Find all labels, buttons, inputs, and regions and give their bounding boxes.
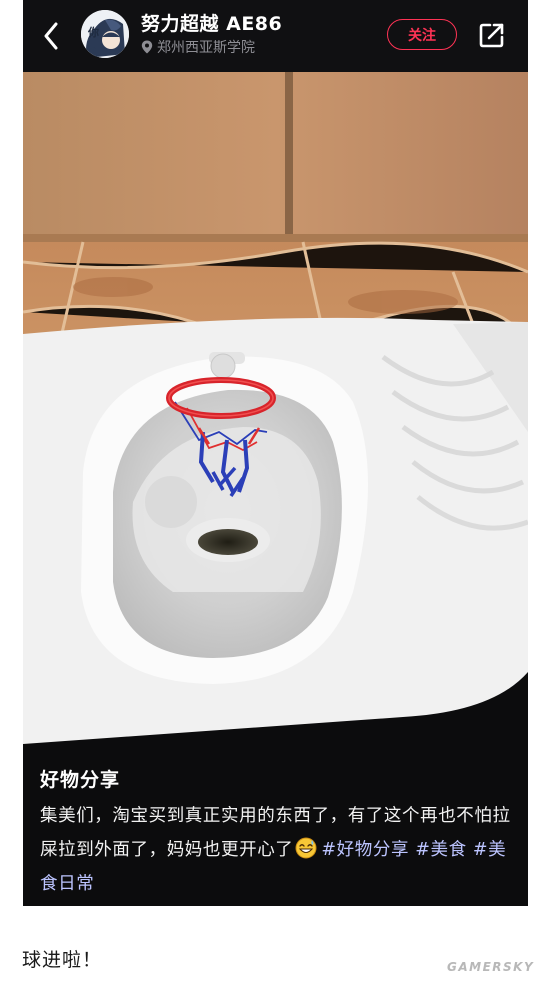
location-text: 郑州西亚斯学院 [157,40,255,56]
location-pin-icon [141,40,153,54]
avatar[interactable]: 你 [81,10,129,58]
post-body: 集美们，淘宝买到真正实用的东西了，有了这个再也不怕拉屎拉到外面了，妈妈也更开心了… [40,799,524,901]
hashtag-food[interactable]: #美食 [415,840,466,860]
post-header: 你 努力超越 AE86 郑州西亚斯学院 关注 [23,0,528,72]
post-title: 好物分享 [40,769,121,791]
chevron-left-icon [44,22,58,50]
back-button[interactable] [37,18,65,54]
author-name[interactable]: 努力超越 AE86 [141,9,282,36]
location[interactable]: 郑州西亚斯学院 [141,38,255,56]
post-photo[interactable] [23,72,528,744]
avatar-text: 你 [88,26,99,39]
hashtag-good-things[interactable]: #好物分享 [321,840,409,860]
article-caption: 球进啦！ [22,949,103,971]
watermark: GAMERSKY [447,960,535,974]
post-card: 你 努力超越 AE86 郑州西亚斯学院 关注 好物分享 集美们，淘宝买到真正实用… [23,0,528,906]
share-icon [479,23,504,48]
follow-button[interactable]: 关注 [387,19,457,50]
share-button[interactable] [476,18,508,52]
sweat-smile-emoji-icon [295,837,317,859]
